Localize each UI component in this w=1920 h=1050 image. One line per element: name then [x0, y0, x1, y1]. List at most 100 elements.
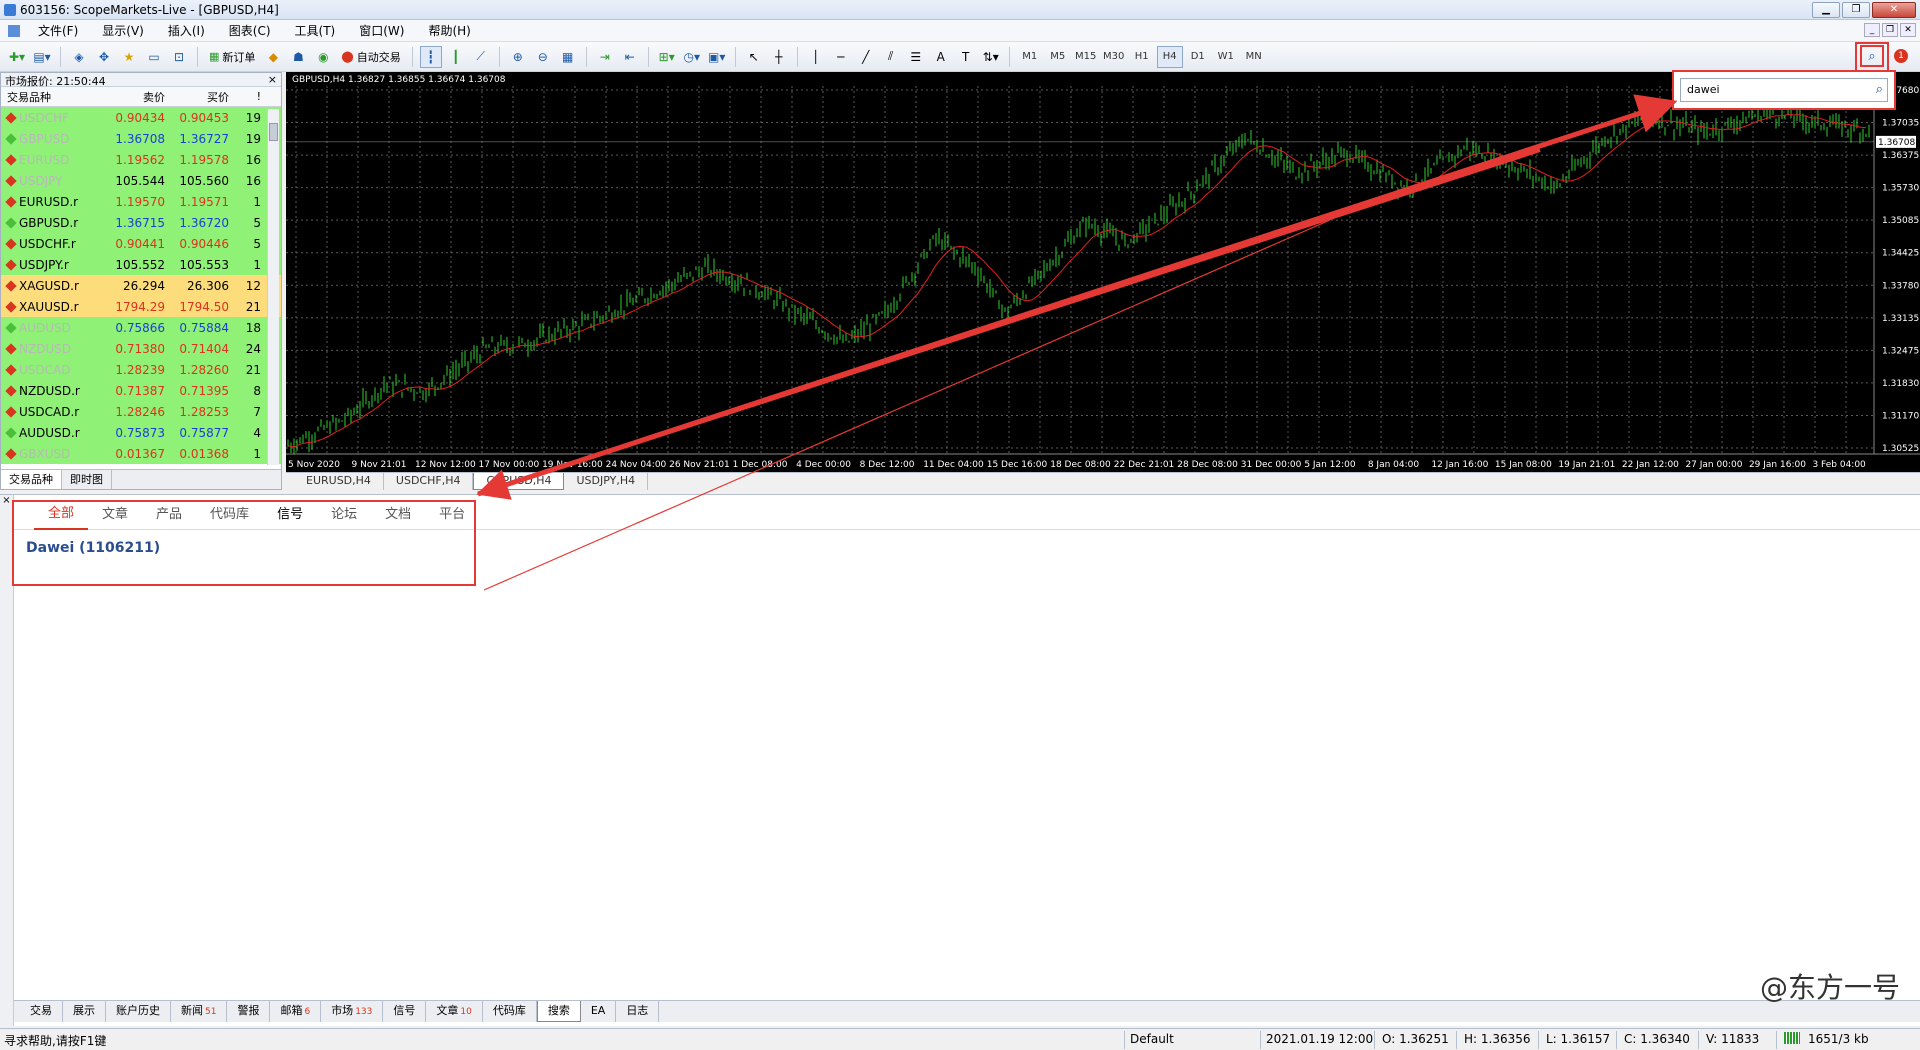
timeframe-button[interactable]: M5 — [1045, 46, 1071, 68]
cursor-icon[interactable]: ↖ — [743, 46, 765, 68]
chart-shift-icon[interactable]: ⇤ — [619, 46, 641, 68]
mdi-restore-button[interactable]: ❐ — [1882, 23, 1898, 37]
mdi-close-button[interactable]: ✕ — [1900, 23, 1916, 37]
zoom-in-icon[interactable]: ⊕ — [507, 46, 529, 68]
channel-icon[interactable]: ⫽ — [880, 46, 902, 68]
maximize-button[interactable]: ❐ — [1842, 2, 1870, 18]
line-chart-icon[interactable]: ⟋ — [470, 46, 492, 68]
col-bid[interactable]: 卖价 — [101, 89, 165, 105]
menu-item[interactable]: 图表(C) — [217, 22, 283, 39]
bar-chart-icon[interactable]: ┇ — [419, 45, 442, 68]
symbol-row[interactable]: AUDUSD 0.75866 0.75884 18 — [1, 317, 281, 338]
terminal-tab[interactable]: 警报 — [227, 1001, 271, 1022]
symbol-row[interactable]: XAUUSD.r 1794.29 1794.50 21 — [1, 296, 281, 317]
search-icon[interactable]: ⌕ — [1860, 45, 1884, 67]
crosshair-icon[interactable]: ┼ — [768, 46, 790, 68]
symbol-row[interactable]: AUDUSD.r 0.75873 0.75877 4 — [1, 422, 281, 443]
symbol-row[interactable]: USDCAD 1.28239 1.28260 21 — [1, 359, 281, 380]
indicators-icon[interactable]: ⊞▾ — [656, 46, 678, 68]
symbol-row[interactable]: USDCHF.r 0.90441 0.90446 5 — [1, 233, 281, 254]
minimize-button[interactable]: ▁ — [1812, 2, 1840, 18]
symbol-row[interactable]: EURUSD.r 1.19570 1.19571 1 — [1, 191, 281, 212]
arrows-icon[interactable]: ⇅▾ — [980, 46, 1002, 68]
col-spread[interactable]: ! — [229, 90, 265, 103]
chart-tab[interactable]: USDCHF,H4 — [384, 473, 474, 490]
profiles-icon[interactable]: ▤▾ — [31, 46, 53, 68]
trendline-icon[interactable]: ╱ — [855, 46, 877, 68]
menu-item[interactable]: 文件(F) — [26, 22, 90, 39]
templates-icon[interactable]: ▣▾ — [706, 46, 728, 68]
terminal-tab[interactable]: 账户历史 — [106, 1001, 171, 1022]
chart-tab[interactable]: EURUSD,H4 — [294, 473, 384, 490]
zoom-out-icon[interactable]: ⊖ — [532, 46, 554, 68]
chart-tab[interactable]: USDJPY,H4 — [564, 473, 649, 490]
terminal-tab[interactable]: 新闻 51 — [171, 1001, 228, 1022]
symbol-row[interactable]: NZDUSD.r 0.71387 0.71395 8 — [1, 380, 281, 401]
chart-tab[interactable]: GBPUSD,H4 — [473, 473, 565, 490]
symbol-row[interactable]: GBPUSD 1.36708 1.36727 19 — [1, 128, 281, 149]
symbol-row[interactable]: GBPUSD.r 1.36715 1.36720 5 — [1, 212, 281, 233]
symbol-row[interactable]: XAGUSD.r 26.294 26.306 12 — [1, 275, 281, 296]
signals-icon[interactable]: ☗ — [287, 46, 309, 68]
terminal-tab[interactable]: 信号 — [383, 1001, 427, 1022]
timeframe-button[interactable]: M15 — [1073, 46, 1099, 68]
candlestick-icon[interactable]: ┃ — [445, 46, 467, 68]
strategy-tester-icon[interactable]: ⊡ — [168, 46, 190, 68]
horizontal-line-icon[interactable]: ─ — [830, 46, 852, 68]
menu-item[interactable]: 帮助(H) — [416, 22, 482, 39]
terminal-tab[interactable]: 展示 — [63, 1001, 106, 1022]
metaeditor-icon[interactable]: ◆ — [262, 46, 284, 68]
periods-icon[interactable]: ◷▾ — [681, 46, 703, 68]
symbol-row[interactable]: USDCHF 0.90434 0.90453 19 — [1, 107, 281, 128]
symbol-row[interactable]: USDJPY 105.544 105.560 16 — [1, 170, 281, 191]
terminal-tab[interactable]: 搜索 — [536, 1001, 581, 1022]
terminal-tab[interactable]: EA — [581, 1001, 617, 1022]
new-chart-icon[interactable]: ✚▾ — [6, 46, 28, 68]
symbol-row[interactable]: GBXUSD 0.01367 0.01368 1 — [1, 443, 281, 464]
timeframe-button[interactable]: M1 — [1017, 46, 1043, 68]
vps-icon[interactable]: ◉ — [312, 46, 334, 68]
search-result-item[interactable]: Dawei (1106211) — [26, 540, 160, 556]
timeframe-button[interactable]: H4 — [1156, 45, 1183, 68]
mdi-minimize-button[interactable]: _ — [1864, 23, 1880, 37]
symbol-row[interactable]: EURUSD 1.19562 1.19578 16 — [1, 149, 281, 170]
terminal-tab[interactable]: 邮箱 6 — [270, 1001, 322, 1022]
search-magnifier-icon[interactable]: ⌕ — [1876, 79, 1883, 101]
col-ask[interactable]: 买价 — [165, 89, 229, 105]
menu-item[interactable]: 显示(V) — [90, 22, 156, 39]
terminal-tab[interactable]: 交易 — [20, 1001, 63, 1022]
data-window-icon[interactable]: ✥ — [93, 46, 115, 68]
vertical-line-icon[interactable]: │ — [805, 46, 827, 68]
symbol-row[interactable]: NZDUSD 0.71380 0.71404 24 — [1, 338, 281, 359]
close-button[interactable]: ✕ — [1872, 2, 1916, 18]
market-watch-tab[interactable]: 交易品种 — [1, 470, 62, 489]
terminal-tab[interactable]: 市场 133 — [321, 1001, 384, 1022]
menu-item[interactable]: 插入(I) — [156, 22, 217, 39]
search-input[interactable]: dawei ⌕ — [1680, 78, 1888, 102]
tile-windows-icon[interactable]: ▦ — [557, 46, 579, 68]
terminal-tab[interactable]: 文章 10 — [426, 1001, 483, 1022]
menu-item[interactable]: 工具(T) — [283, 22, 348, 39]
timeframe-button[interactable]: M30 — [1101, 46, 1127, 68]
notifications-icon[interactable]: 1 — [1888, 45, 1914, 67]
symbol-row[interactable]: USDJPY.r 105.552 105.553 1 — [1, 254, 281, 275]
auto-trade-button[interactable]: ⬤ 自动交易 — [337, 46, 404, 68]
terminal-icon[interactable]: ▭ — [143, 46, 165, 68]
close-icon[interactable]: × — [268, 73, 281, 86]
timeframe-button[interactable]: H1 — [1129, 46, 1155, 68]
autoscroll-icon[interactable]: ⇥ — [594, 46, 616, 68]
terminal-tab[interactable]: 日志 — [616, 1001, 660, 1022]
navigator-icon[interactable]: ★ — [118, 46, 140, 68]
symbol-row[interactable]: USDCAD.r 1.28246 1.28253 7 — [1, 401, 281, 422]
text-icon[interactable]: A — [930, 46, 952, 68]
timeframe-button[interactable]: MN — [1241, 46, 1267, 68]
timeframe-button[interactable]: W1 — [1213, 46, 1239, 68]
col-symbol[interactable]: 交易品种 — [1, 89, 101, 105]
market-watch-icon[interactable]: ◈ — [68, 46, 90, 68]
market-watch-scrollbar[interactable] — [267, 109, 279, 465]
price-chart[interactable]: 1.376801.370351.363751.357301.350851.344… — [286, 72, 1920, 472]
terminal-tab[interactable]: 代码库 — [483, 1001, 537, 1022]
text-label-icon[interactable]: T — [955, 46, 977, 68]
fibonacci-icon[interactable]: ☰ — [905, 46, 927, 68]
menu-item[interactable]: 窗口(W) — [347, 22, 416, 39]
